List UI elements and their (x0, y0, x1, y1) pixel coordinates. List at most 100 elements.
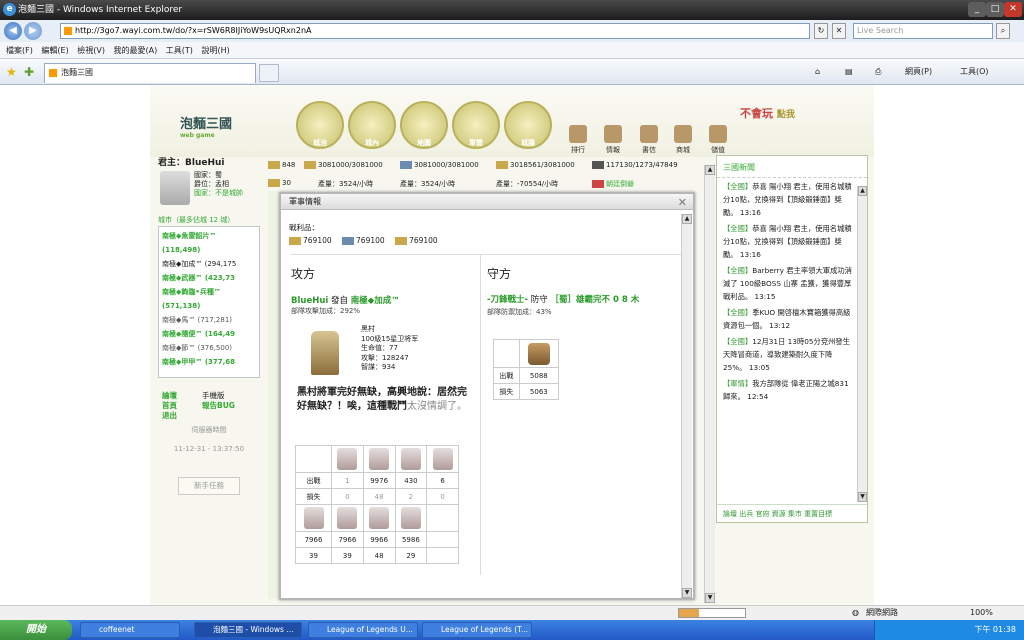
tools-menu[interactable]: 工具(O) (960, 63, 989, 81)
print-icon[interactable]: ⎙ (875, 63, 881, 81)
clock[interactable]: 下午 01:38 (974, 625, 1016, 634)
scroll-down-icon[interactable]: ▼ (858, 492, 867, 502)
res-wood-value: 3081000/3081000 (318, 161, 383, 169)
close-window-button[interactable]: ✕ (1004, 2, 1022, 17)
home-link[interactable]: 首頁 (162, 401, 177, 411)
report-bug-link[interactable]: 報告BUG (202, 401, 235, 411)
battle-quote: 黑村將軍完好無缺，高興地說：居然完好無缺？！唉，這種戰鬥太沒情調了。 (297, 386, 475, 414)
nav-map[interactable]: 地圖 (400, 101, 448, 149)
nav-wall-label: 城牆 (521, 139, 535, 147)
nav-barracks[interactable]: 軍營 (452, 101, 500, 149)
menu-file[interactable]: 檔案(F) (6, 42, 33, 59)
menu-bar: 檔案(F) 編輯(E) 檢視(V) 我的最愛(A) 工具(T) 說明(H) (0, 42, 1024, 59)
page-scroll-down-icon[interactable]: ▼ (705, 593, 715, 603)
start-button[interactable]: 開始 (0, 620, 72, 640)
favicon-icon (64, 27, 72, 35)
newbie-task-button[interactable]: 新手任務 (178, 477, 240, 495)
general-name: 黑村 (361, 325, 375, 333)
court-broker[interactable]: 朝廷倒爺 (592, 179, 634, 189)
forward-button[interactable]: ▶ (24, 22, 42, 40)
nav-city[interactable]: 城池 (296, 101, 344, 149)
page-menu[interactable]: 網頁(P) (905, 63, 932, 81)
nav-mail[interactable]: 書信 (636, 125, 662, 155)
unit-icon (400, 507, 421, 529)
attacker-city[interactable]: 南極◆加成™ (351, 296, 400, 306)
minimize-button[interactable]: _ (968, 2, 986, 17)
defender-bonus: 部隊防禦加成：43% (487, 308, 552, 316)
taskbar-item[interactable]: League of Legends (T... (422, 622, 532, 638)
menu-favorites[interactable]: 我的最愛(A) (114, 42, 158, 59)
security-zone[interactable]: 網際網路 (866, 606, 898, 620)
feeds-icon[interactable]: ▤ (845, 63, 853, 81)
favorites-star-icon[interactable]: ★ (6, 65, 17, 79)
dialog-close-icon[interactable]: ✕ (678, 195, 687, 211)
dialog-scrollbar[interactable]: ▲ ▼ (681, 214, 692, 598)
home-icon[interactable]: ⌂ (815, 63, 820, 81)
unit-lost: 0 (331, 488, 364, 505)
city-item[interactable]: 南極◆馬™ (717,281) (162, 313, 247, 327)
nav-ranking[interactable]: 排行 (565, 125, 591, 155)
taskbar-item-active[interactable]: 泡麵三國 - Windows ... (194, 622, 302, 638)
defender-name[interactable]: -刀鋒戰士- (487, 295, 528, 305)
search-icon[interactable]: ⌕ (996, 23, 1010, 39)
game-logo[interactable]: 泡麵三國 web game (180, 113, 270, 145)
new-tab-button[interactable] (259, 64, 279, 82)
gold-prod-icon (268, 179, 280, 187)
back-button[interactable]: ◀ (4, 22, 22, 40)
treasure-icon (709, 125, 727, 143)
nav-topup[interactable]: 儲值 (705, 125, 731, 155)
news-footer-links[interactable]: 論壇 出兵 官府 資源 集市 重置目標 (717, 504, 867, 522)
taskbar-item[interactable]: League of Legends U... (308, 622, 418, 638)
city-item[interactable]: 南極◆加成™ (294,175 (162, 257, 247, 271)
nav-topup-label: 儲值 (711, 146, 725, 154)
nav-inner-city[interactable]: 城內 (348, 101, 396, 149)
row-label-lost: 損失 (295, 488, 332, 505)
mobile-link[interactable]: 手機版 (202, 391, 235, 401)
city-item[interactable]: 南極◆節™ (376,500) (162, 341, 247, 355)
city-item[interactable]: 南極◆鉤臨•兵種™ (571,138) (162, 285, 247, 313)
maximize-button[interactable]: □ (986, 2, 1004, 17)
city-item[interactable]: 南極◆魚雷韶片™ (118,498) (162, 229, 247, 257)
nav-shop-label: 商城 (676, 146, 690, 154)
news-scrollbar[interactable]: ▲ ▼ (857, 186, 867, 502)
defender-city[interactable]: ［蜀］雄霸完不 0 8 木 (550, 295, 639, 305)
attacker-name[interactable]: BlueHui (291, 296, 328, 306)
logout-link[interactable]: 退出 (162, 411, 177, 421)
forum-link[interactable]: 論壇 (162, 391, 177, 401)
scroll-up-icon[interactable]: ▲ (858, 186, 867, 196)
menu-edit[interactable]: 編輯(E) (41, 42, 68, 59)
taskbar-item[interactable]: coffeenet (80, 622, 180, 638)
add-favorites-icon[interactable]: ✚ (24, 65, 34, 79)
res-population: 117130/1273/47849 (592, 161, 678, 169)
nav-intel[interactable]: 情報 (600, 125, 626, 155)
res-food-value: 3018561/3081000 (510, 161, 575, 169)
tab-active[interactable]: 泡麵三國 (44, 63, 256, 83)
spoils-section: 戰利品： 769100 769100 769100 (281, 210, 693, 245)
resource-bar: 848 3081000/3081000 3081000/3081000 3018… (268, 157, 688, 191)
logo-subtext: web game (180, 132, 215, 139)
stop-button[interactable]: ✕ (832, 23, 846, 39)
dialog-scroll-up-icon[interactable]: ▲ (682, 214, 692, 224)
address-input[interactable]: http://3go7.wayi.com.tw/do/?x=rSW6R8IJiY… (60, 23, 810, 39)
city-item[interactable]: 南極◆武器™ (423,73 (162, 271, 247, 285)
attacker-heading: 攻方 (291, 267, 316, 281)
page-scrollbar[interactable]: ▲ ▼ (704, 165, 715, 603)
nav-shop[interactable]: 商城 (670, 125, 696, 155)
shop-icon (674, 125, 692, 143)
menu-view[interactable]: 檢視(V) (77, 42, 105, 59)
dialog-scroll-down-icon[interactable]: ▼ (682, 588, 692, 598)
refresh-button[interactable]: ↻ (814, 23, 828, 39)
help-promo[interactable]: 不會玩 點我 (740, 105, 840, 145)
city-item[interactable]: 南極◆甲甲™ (377,68 (162, 355, 247, 369)
spoil-iron: 769100 (342, 236, 385, 245)
page-scroll-up-icon[interactable]: ▲ (705, 165, 715, 175)
zoom-level[interactable]: 100% (970, 606, 993, 620)
avatar[interactable] (160, 171, 190, 205)
nav-wall[interactable]: 城牆 (504, 101, 552, 149)
search-input[interactable]: Live Search (853, 23, 993, 39)
ranking-icon (569, 125, 587, 143)
city-item[interactable]: 南極◆隨便™ (164,49 (162, 327, 247, 341)
menu-tools[interactable]: 工具(T) (166, 42, 193, 59)
news-tag: 【全國】 (723, 224, 753, 233)
menu-help[interactable]: 說明(H) (201, 42, 229, 59)
